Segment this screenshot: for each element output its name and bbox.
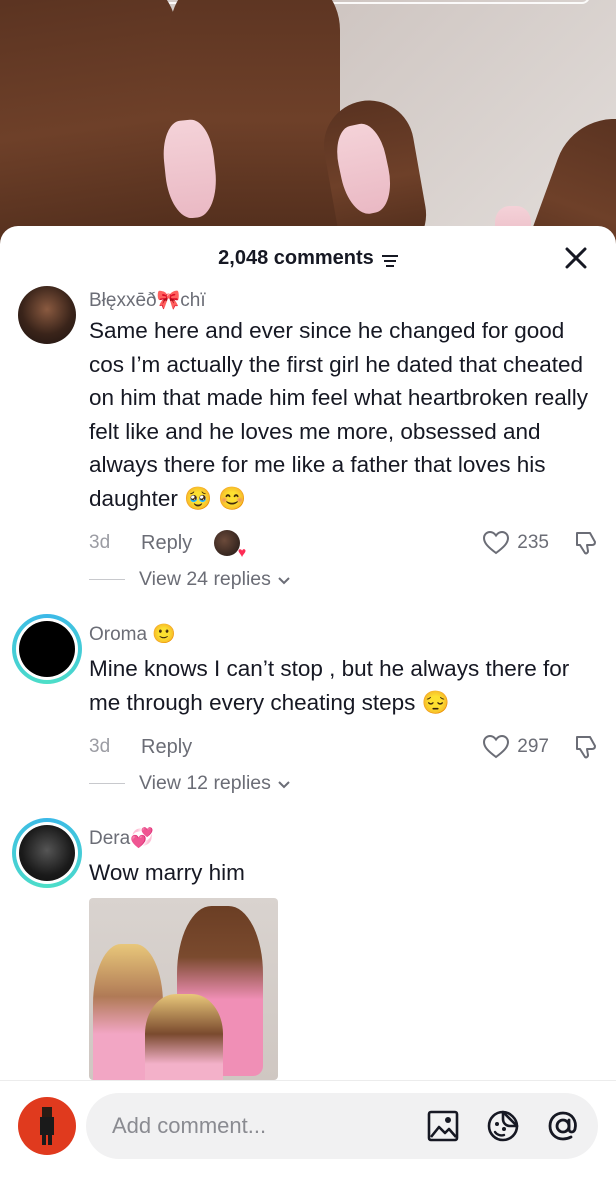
view-replies-button[interactable]: View 12 replies bbox=[89, 772, 293, 795]
comment-username[interactable]: Dera💞 bbox=[89, 826, 154, 850]
comment-username[interactable]: Błęxxēð🎀chï bbox=[89, 288, 206, 312]
comment-text: Same here and ever since he changed for … bbox=[89, 318, 589, 511]
creator-liked-badge: ♥ bbox=[214, 530, 246, 560]
comments-header: 2,048 comments bbox=[0, 226, 616, 290]
chevron-down-icon bbox=[278, 576, 290, 584]
comment-meta: 3d Reply ♥ 235 bbox=[89, 528, 599, 560]
comment-text: Wow marry him bbox=[89, 860, 245, 885]
avatar[interactable] bbox=[12, 818, 82, 888]
comment-composer: Add comment... bbox=[0, 1080, 616, 1200]
chevron-down-icon bbox=[278, 780, 290, 788]
comment-input-placeholder: Add comment... bbox=[112, 1113, 267, 1138]
reply-button[interactable]: Reply bbox=[141, 736, 192, 759]
reply-button[interactable]: Reply bbox=[141, 532, 192, 555]
divider bbox=[89, 783, 125, 784]
comment-input[interactable]: Add comment... bbox=[86, 1093, 598, 1159]
close-icon[interactable] bbox=[564, 246, 588, 270]
image-icon[interactable] bbox=[426, 1109, 460, 1143]
like-count: 297 bbox=[517, 736, 549, 757]
comment-time: 3d bbox=[89, 532, 111, 553]
comments-sheet: 2,048 comments Błęxxēð🎀chï Same here and… bbox=[0, 226, 616, 1200]
heart-icon bbox=[483, 735, 510, 759]
comment-meta: 3d Reply 297 bbox=[89, 732, 599, 762]
dislike-icon[interactable] bbox=[573, 530, 599, 556]
heart-icon bbox=[483, 531, 510, 555]
current-user-avatar bbox=[18, 1097, 76, 1155]
at-icon[interactable] bbox=[546, 1109, 580, 1143]
like-count: 235 bbox=[517, 532, 549, 553]
avatar[interactable] bbox=[12, 614, 82, 684]
comment-time: 3d bbox=[89, 736, 111, 757]
like-button[interactable]: 235 bbox=[483, 531, 549, 555]
dislike-icon[interactable] bbox=[573, 734, 599, 760]
comment-gif-image[interactable] bbox=[89, 898, 278, 1080]
video-background bbox=[0, 0, 616, 260]
comment-username[interactable]: Oroma 🙂 bbox=[89, 622, 176, 646]
filter-icon[interactable] bbox=[381, 251, 398, 267]
emoji-icon[interactable] bbox=[486, 1109, 520, 1143]
view-replies-button[interactable]: View 24 replies bbox=[89, 568, 293, 591]
composer-icons bbox=[426, 1109, 580, 1143]
comment-count[interactable]: 2,048 comments bbox=[218, 247, 398, 270]
comment-text: Mine knows I can’t stop , but he always … bbox=[89, 656, 570, 715]
like-button[interactable]: 297 bbox=[483, 735, 549, 759]
avatar[interactable] bbox=[18, 286, 76, 344]
divider bbox=[89, 579, 125, 580]
